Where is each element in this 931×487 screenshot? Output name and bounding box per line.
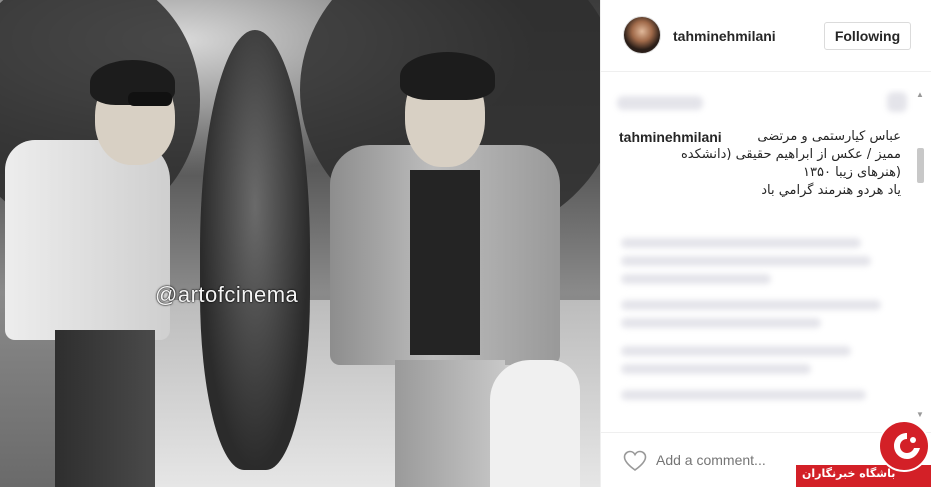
blurred-comment xyxy=(621,256,871,266)
scroll-thumb[interactable] xyxy=(917,148,924,183)
avatar[interactable] xyxy=(623,16,661,54)
news-agency-badge: باشگاه خبرنگاران xyxy=(796,420,931,487)
caption-line: ممیز / عکس از ابراهیم حقیقی (دانشکده xyxy=(680,147,901,162)
add-comment-input[interactable] xyxy=(656,452,806,468)
blurred-comment xyxy=(621,300,881,310)
comments-area: tahminehmilani عباس کیارستمی و مرتضی ممی… xyxy=(601,88,931,424)
heart-icon[interactable] xyxy=(623,450,647,472)
blurred-comment xyxy=(621,318,821,328)
blurred-comment xyxy=(621,346,851,356)
caption-line: (هنرهای زیبا ۱۳۵۰ xyxy=(803,165,901,180)
photo-cypress xyxy=(200,30,310,470)
caption-line: عباس کیارستمی و مرتضی xyxy=(757,129,901,144)
arrow-down-icon[interactable]: ▼ xyxy=(915,410,925,420)
news-logo-icon xyxy=(894,433,920,459)
caption-username[interactable]: tahminehmilani xyxy=(619,128,722,146)
blurred-comment xyxy=(617,96,703,110)
post-caption: tahminehmilani عباس کیارستمی و مرتضی ممی… xyxy=(619,128,901,200)
caption-line: یاد هردو هنرمند گرامي باد xyxy=(761,183,901,198)
comments-scrollbar[interactable]: ▲ ▼ xyxy=(915,90,925,420)
post-header: tahminehmilani Following xyxy=(601,0,931,72)
blurred-comment xyxy=(621,274,771,284)
post-photo[interactable]: @artofcinema xyxy=(0,0,600,487)
blurred-comment xyxy=(887,92,907,112)
photo-watermark: @artofcinema xyxy=(155,282,299,307)
arrow-up-icon[interactable]: ▲ xyxy=(915,90,925,100)
blurred-comment xyxy=(621,238,861,248)
post-side-panel: tahminehmilani Following tahminehmilani … xyxy=(600,0,931,487)
following-button[interactable]: Following xyxy=(824,22,911,50)
blurred-comment xyxy=(621,364,811,374)
header-username[interactable]: tahminehmilani xyxy=(673,28,776,44)
badge-logo xyxy=(878,420,930,472)
badge-text: باشگاه خبرنگاران xyxy=(802,467,896,480)
blurred-comment xyxy=(621,390,866,400)
